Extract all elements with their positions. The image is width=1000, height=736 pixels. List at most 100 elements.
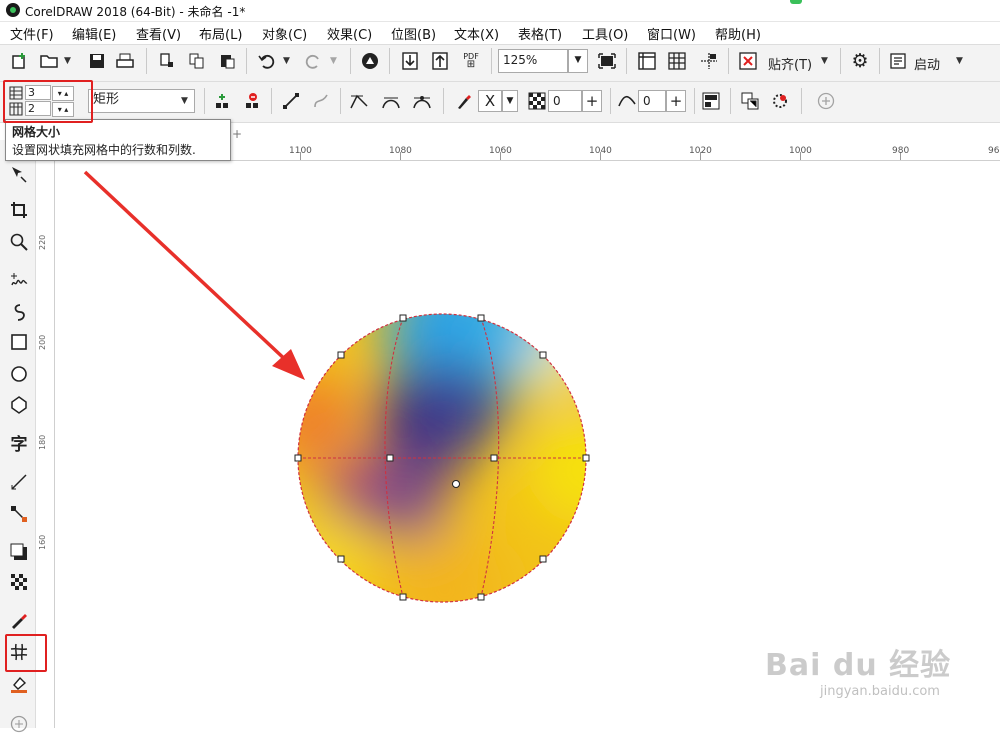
export-icon[interactable] — [429, 50, 451, 72]
open-folder-icon[interactable] — [38, 50, 60, 72]
ruler-label: 160 — [38, 534, 47, 550]
color-eyedropper-tool-icon[interactable] — [7, 608, 31, 632]
menu-edit[interactable]: 编辑(E) — [72, 24, 116, 43]
crop-tool-icon[interactable] — [7, 198, 31, 222]
save-icon[interactable] — [86, 50, 108, 72]
text-tool-icon[interactable]: 字 — [7, 430, 31, 455]
chevron-down-icon[interactable]: ▼ — [956, 56, 963, 66]
redo-icon[interactable] — [302, 50, 324, 72]
fill-color-chevron-down-icon[interactable]: ▼ — [502, 90, 518, 112]
freehand-tool-icon[interactable] — [7, 268, 31, 292]
chevron-down-icon[interactable]: ▼ — [330, 56, 337, 66]
full-screen-preview-icon[interactable] — [596, 50, 618, 72]
menu-tools[interactable]: 工具(O) — [582, 24, 628, 43]
chevron-down-icon[interactable]: ▼ — [181, 96, 188, 106]
add-property-icon[interactable] — [815, 90, 837, 112]
ellipse-tool-icon[interactable] — [7, 362, 31, 386]
delete-node-icon[interactable] — [241, 90, 263, 112]
paste-icon[interactable] — [216, 50, 238, 72]
ruler-label: 980 — [892, 146, 910, 156]
smooth-node-icon[interactable] — [380, 90, 402, 112]
menu-help[interactable]: 帮助(H) — [715, 24, 761, 43]
mesh-tool-highlight-box — [5, 634, 47, 672]
snap-to-dropdown[interactable]: 贴齐(T) — [768, 54, 812, 73]
options-gear-icon[interactable]: ⚙ — [849, 50, 871, 72]
drop-shadow-tool-icon[interactable] — [7, 540, 31, 564]
baidu-watermark-url: jingyan.baidu.com — [820, 684, 940, 699]
undo-icon[interactable] — [256, 50, 278, 72]
smooth-mesh-color-icon[interactable] — [700, 90, 722, 112]
selection-mode-dropdown[interactable]: 矩形 — [88, 89, 195, 113]
print-icon[interactable] — [114, 50, 136, 72]
import-icon[interactable] — [399, 50, 421, 72]
add-node-icon[interactable] — [211, 90, 233, 112]
menu-file[interactable]: 文件(F) — [10, 24, 54, 43]
ruler-label: 1080 — [389, 146, 412, 156]
baidu-watermark: Bai du 经验 — [765, 648, 952, 683]
ruler-label: 96 — [988, 146, 1000, 156]
transparency-icon — [526, 90, 548, 112]
ruler-label: 1100 — [289, 146, 312, 156]
zoom-level-field[interactable]: 125% — [498, 49, 568, 73]
menu-object[interactable]: 对象(C) — [262, 24, 307, 43]
ruler-label: 1020 — [689, 146, 712, 156]
rectangle-tool-icon[interactable] — [7, 330, 31, 354]
chevron-down-icon[interactable]: ▼ — [64, 56, 71, 66]
ruler-label: 180 — [38, 434, 47, 450]
menu-effects[interactable]: 效果(C) — [327, 24, 372, 43]
window-title: CorelDRAW 2018 (64-Bit) - 未命名 -1* — [25, 5, 246, 19]
smoothness-slider-handle[interactable]: + — [666, 90, 686, 112]
cusp-node-icon[interactable] — [348, 90, 370, 112]
menu-text[interactable]: 文本(X) — [454, 24, 499, 43]
transparency-tool-icon[interactable] — [7, 570, 31, 594]
tooltip-description: 设置网状填充网格中的行数和列数. — [12, 143, 196, 157]
show-grid-icon[interactable] — [666, 50, 688, 72]
copy-mesh-fill-icon[interactable] — [739, 90, 761, 112]
ruler-label: 220 — [38, 234, 47, 250]
copy-icon[interactable] — [186, 50, 208, 72]
menu-layout[interactable]: 布局(L) — [199, 24, 242, 43]
to-line-icon[interactable] — [280, 90, 302, 112]
zoom-tool-icon[interactable] — [7, 230, 31, 254]
coreldraw-logo-icon — [6, 3, 20, 17]
transparency-input[interactable]: 0 — [548, 90, 582, 112]
parallel-dimension-tool-icon[interactable] — [7, 470, 31, 494]
eyedropper-fill-icon[interactable] — [452, 90, 474, 112]
to-curve-icon[interactable] — [310, 90, 332, 112]
smart-fill-tool-icon[interactable] — [7, 672, 31, 696]
show-rulers-icon[interactable] — [636, 50, 658, 72]
curve-smoothness-icon — [616, 90, 638, 112]
clear-mesh-icon[interactable] — [769, 90, 791, 112]
ruler-label: 1040 — [589, 146, 612, 156]
launch-dropdown[interactable]: 启动 — [914, 54, 940, 73]
menu-view[interactable]: 查看(V) — [136, 24, 181, 43]
publish-pdf-button[interactable]: PDF ⊞ — [459, 49, 483, 73]
transparency-slider-handle[interactable]: + — [582, 90, 602, 112]
chevron-down-icon[interactable]: ▼ — [283, 56, 290, 66]
show-guidelines-icon[interactable] — [698, 50, 720, 72]
menu-table[interactable]: 表格(T) — [518, 24, 562, 43]
new-document-icon[interactable] — [8, 50, 30, 72]
chevron-down-icon[interactable]: ▼ — [821, 56, 828, 66]
fill-color-swatch[interactable]: X — [478, 90, 502, 112]
tooltip-title: 网格大小 — [12, 125, 61, 139]
ruler-label: 200 — [38, 334, 47, 350]
snap-off-icon[interactable] — [737, 50, 759, 72]
add-tool-icon[interactable] — [7, 712, 31, 736]
smoothness-input[interactable]: 0 — [638, 90, 666, 112]
artistic-media-tool-icon[interactable] — [7, 300, 31, 324]
pick-tool-icon[interactable] — [7, 162, 31, 186]
cut-icon[interactable] — [156, 50, 178, 72]
menu-bitmaps[interactable]: 位图(B) — [391, 24, 436, 43]
grid-size-highlight-box — [3, 80, 93, 123]
launch-icon[interactable] — [888, 50, 908, 72]
add-page-tab-icon[interactable]: + — [232, 127, 242, 141]
polygon-tool-icon[interactable] — [7, 393, 31, 417]
window-accent — [790, 0, 802, 4]
zoom-dropdown-chevron-down-icon[interactable]: ▼ — [568, 49, 588, 73]
symmetrical-node-icon[interactable] — [411, 90, 433, 112]
connector-tool-icon[interactable] — [7, 502, 31, 526]
search-content-icon[interactable] — [359, 50, 381, 72]
menu-window[interactable]: 窗口(W) — [647, 24, 696, 43]
grid-size-tooltip: 网格大小 设置网状填充网格中的行数和列数. — [5, 119, 231, 161]
